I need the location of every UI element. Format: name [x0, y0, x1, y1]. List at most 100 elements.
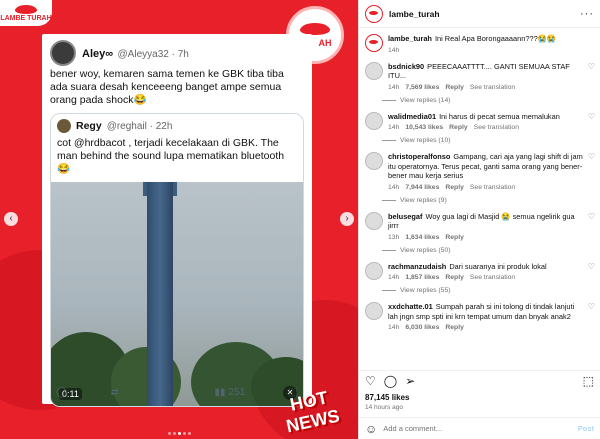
lips-bubble-icon — [300, 22, 330, 35]
view-replies-button[interactable]: View replies (50) — [382, 247, 600, 254]
comment-time: 14h — [388, 274, 400, 281]
reply-button[interactable]: Reply — [445, 234, 464, 241]
heart-icon[interactable]: ♡ — [588, 152, 595, 161]
reply-button[interactable]: Reply — [449, 124, 468, 131]
tweet-header: Aley∞ @Aleyya32 · 7h — [50, 40, 304, 66]
quoted-author-handle: @reghail · 22h — [106, 120, 173, 132]
posted-time[interactable]: 14 hours ago — [365, 404, 403, 411]
caption-text: Ini Real Apa Borongaaaann???😭😭 — [434, 34, 557, 43]
comment-username[interactable]: xxdchatte.01 — [388, 302, 433, 311]
reply-button[interactable]: Reply — [445, 84, 464, 91]
avatar[interactable] — [365, 34, 383, 52]
carousel-dot — [183, 432, 186, 435]
comments-list[interactable]: lambe_turah Ini Real Apa Borongaaaann???😭… — [359, 30, 600, 368]
comment-likes[interactable]: 1,634 likes — [405, 234, 439, 241]
carousel-dot — [168, 432, 171, 435]
reply-button[interactable]: Reply — [445, 324, 464, 331]
caption: lambe_turah Ini Real Apa Borongaaaann???😭… — [359, 30, 600, 54]
comment-likes[interactable]: 10,543 likes — [405, 124, 443, 131]
quoted-avatar — [57, 119, 71, 133]
comment-username[interactable]: walidmedia01 — [388, 112, 436, 121]
post-media[interactable]: LAMBE TURAH AH Aley∞ @Aleyya32 · 7h bene… — [0, 0, 358, 439]
light-pole — [147, 182, 173, 406]
quoted-author-name: Regy — [76, 120, 102, 132]
comment-username[interactable]: rachmanzudaish — [388, 262, 446, 271]
heart-icon[interactable]: ♡ — [365, 374, 376, 388]
more-icon[interactable]: ··· — [580, 8, 594, 20]
avatar[interactable] — [365, 61, 383, 80]
comment-text: Ini harus di pecat semua memalukan — [439, 111, 560, 121]
comment-time: 13h — [388, 233, 400, 241]
reply-button[interactable]: Reply — [445, 184, 464, 191]
tweet-avatar — [50, 40, 76, 66]
comment-likes[interactable]: 6,030 likes — [405, 324, 439, 331]
see-translation-link[interactable]: See translation — [470, 184, 515, 191]
post-viewer: LAMBE TURAH AH Aley∞ @Aleyya32 · 7h bene… — [0, 0, 600, 439]
comment-icon[interactable]: ◯ — [384, 374, 397, 388]
avatar[interactable] — [365, 111, 383, 130]
post-button[interactable]: Post — [578, 424, 594, 433]
heart-icon[interactable]: ♡ — [588, 62, 595, 71]
view-replies-button[interactable]: View replies (9) — [382, 197, 600, 204]
comment-item: belusegaf Woy gua lagi di Masjid 😭 semua … — [359, 204, 600, 241]
comment-username[interactable]: belusegaf — [388, 212, 423, 221]
carousel-dot-active — [178, 432, 181, 435]
caption-time: 14h — [388, 46, 400, 54]
comment-text: Dari suaranya ini produk lokal — [449, 261, 547, 271]
comment-item: bsdnick90 PEEECAAATTTT.... GANTI SEMUAA S… — [359, 54, 600, 91]
quoted-tweet: Regy @reghail · 22h cot @hrdbacot , terj… — [50, 113, 304, 407]
comment-item: xxdchatte.01 Sumpah parah si ini tolong d… — [359, 294, 600, 331]
lips-logo-icon — [15, 4, 37, 14]
avatar[interactable] — [365, 302, 383, 320]
view-replies-button[interactable]: View replies (10) — [382, 137, 600, 144]
see-translation-link[interactable]: See translation — [470, 84, 515, 91]
tweet-card: Aley∞ @Aleyya32 · 7h bener woy, kemaren … — [42, 34, 312, 407]
retweet-icon: ⇄ — [110, 387, 119, 398]
save-icon[interactable]: ⬚ — [583, 374, 594, 388]
quoted-tweet-text: cot @hrdbacot , terjadi kecelakaan di GB… — [57, 137, 285, 175]
like-icon: ♡ — [162, 387, 172, 398]
caption-username[interactable]: lambe_turah — [388, 34, 432, 43]
add-comment-input[interactable]: Add a comment... — [383, 424, 442, 433]
reply-icon: ◯ — [56, 387, 68, 398]
comment-item: walidmedia01 Ini harus di pecat semua mem… — [359, 104, 600, 131]
see-translation-link[interactable]: See translation — [474, 124, 519, 131]
heart-icon[interactable]: ♡ — [588, 112, 595, 121]
comment-likes[interactable]: 7,569 likes — [405, 84, 439, 91]
avatar[interactable] — [365, 261, 383, 280]
comment-item: rachmanzudaish Dari suaranya ini produk l… — [359, 254, 600, 281]
heart-icon[interactable]: ♡ — [588, 262, 595, 271]
add-comment-bar: ☺ Add a comment... Post — [359, 417, 600, 439]
heart-icon[interactable]: ♡ — [588, 302, 595, 311]
reply-button[interactable]: Reply — [445, 274, 464, 281]
view-replies-button[interactable]: View replies (55) — [382, 287, 600, 294]
bubble-label: AH — [318, 37, 332, 48]
comments-panel: lambe_turah ··· lambe_turah Ini Real Apa … — [358, 0, 600, 439]
comment-username[interactable]: bsdnick90 — [388, 62, 424, 71]
comment-likes[interactable]: 1,857 likes — [405, 274, 439, 281]
chevron-left-icon[interactable]: ‹ — [4, 212, 18, 226]
chevron-right-icon[interactable]: › — [340, 212, 354, 226]
header-username[interactable]: lambe_turah — [389, 9, 440, 19]
comment-item: christoperalfonso Gampang, cari aja yang … — [359, 144, 600, 191]
views-stat: ▮▮ 251 — [214, 387, 246, 398]
panel-header: lambe_turah ··· — [359, 0, 600, 28]
comment-time: 14h — [388, 124, 400, 131]
tweet-text: bener woy, kemaren sama temen ke GBK tib… — [50, 68, 284, 106]
avatar[interactable] — [365, 4, 383, 23]
carousel-dot — [188, 432, 191, 435]
avatar[interactable] — [365, 211, 383, 230]
tweet-actions: ◯ ⇄ ♡ ▮▮ 251 ⬚ — [56, 387, 298, 398]
see-translation-link[interactable]: See translation — [470, 274, 515, 281]
heart-icon[interactable]: ♡ — [588, 212, 595, 221]
view-replies-button[interactable]: View replies (14) — [382, 97, 600, 104]
share-icon[interactable]: ➢ — [405, 374, 415, 388]
emoji-icon[interactable]: ☺ — [365, 422, 377, 436]
comment-username[interactable]: christoperalfonso — [388, 152, 450, 161]
likes-count[interactable]: 87,145 likes — [365, 393, 409, 402]
comment-likes[interactable]: 7,944 likes — [405, 184, 439, 191]
brand-label: LAMBE TURAH — [0, 14, 52, 22]
views-count: 251 — [228, 387, 246, 398]
comment-time: 14h — [388, 183, 400, 191]
avatar[interactable] — [365, 152, 383, 170]
